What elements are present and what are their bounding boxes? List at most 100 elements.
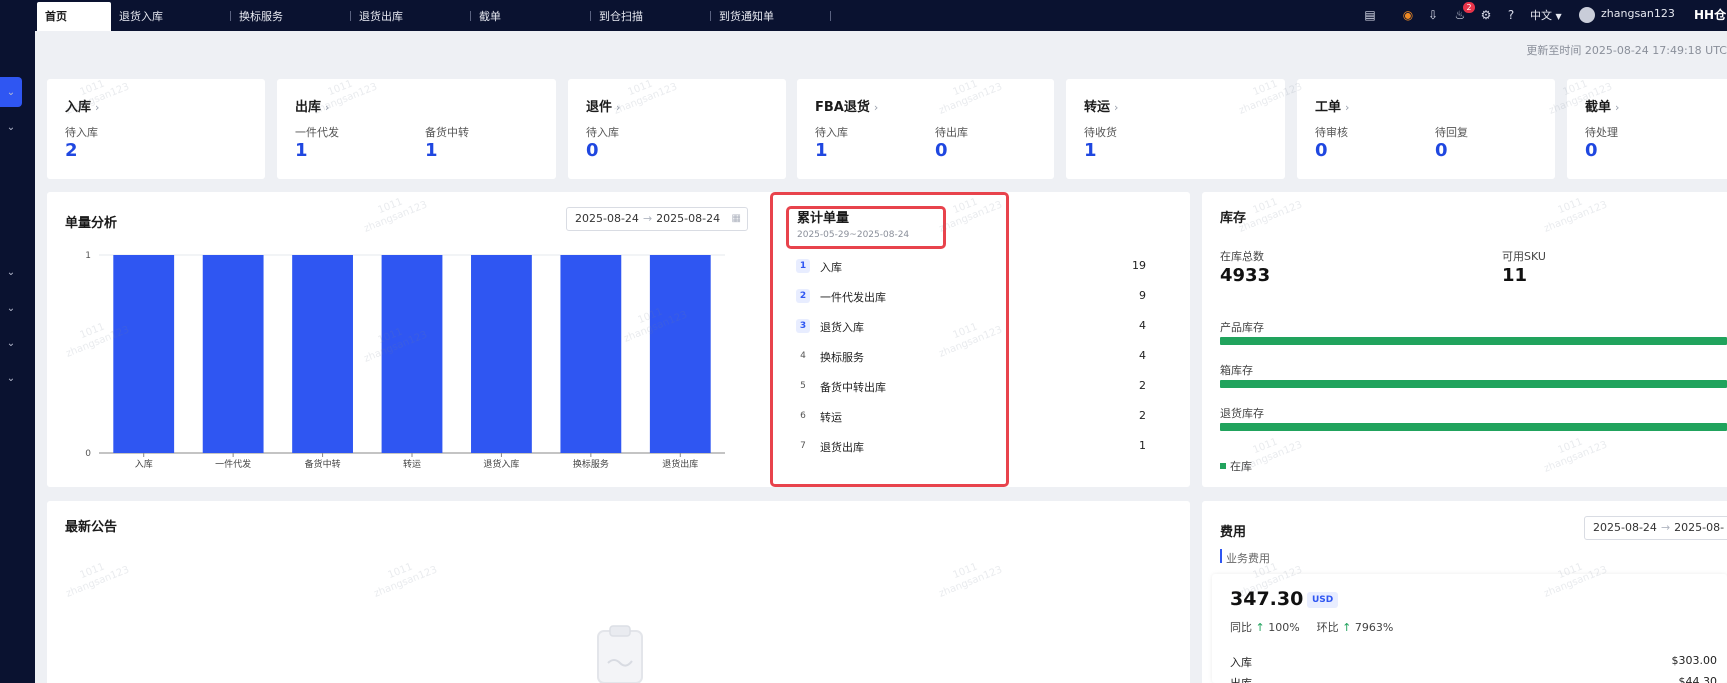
download-icon[interactable]: ⇩ (1425, 6, 1441, 24)
card-title: 入库 › (65, 100, 100, 115)
top-nav-bar: 首页 退货入库 换标服务 退货出库 截单 到仓扫描 到货通知单 ▤ ◉ ⇩ ♨ … (0, 0, 1727, 31)
chevron-down-icon[interactable]: ⌄ (5, 373, 17, 385)
chevron-right-icon: › (873, 101, 879, 114)
bar (560, 255, 622, 453)
card-outbound[interactable]: 出库 › 一件代发 1 备货中转 1 (277, 79, 556, 179)
arrow-right-icon: → (1660, 521, 1671, 534)
bar (113, 255, 175, 453)
rank-value: 2 (1139, 379, 1146, 392)
notification-badge: 2 (1463, 2, 1475, 13)
stat-label: 待审核 (1315, 126, 1348, 139)
chevron-down-icon[interactable]: ⌄ (5, 267, 17, 279)
fees-panel: 费用 2025-08-24 → 2025-08- 业务费用 347.30 USD 同… (1202, 501, 1727, 683)
rank-value: 9 (1139, 289, 1146, 302)
bar (471, 255, 532, 453)
tab-arrival-scan[interactable]: 到仓扫描 (591, 2, 643, 31)
help-icon[interactable]: ? (1503, 6, 1519, 24)
return-stock-label: 退货库存 (1220, 407, 1264, 420)
chevron-down-icon[interactable]: ⌄ (5, 122, 17, 134)
language-select[interactable]: 中文 ▼ (1530, 7, 1562, 23)
yoy-value: 100% (1268, 621, 1300, 634)
order-bar-chart: 0 1 入库 一件代发 备货中转 转运 退货入库 换标服务 退货出库 (85, 251, 725, 470)
tab-return-outbound[interactable]: 退货出库 (351, 2, 403, 31)
card-fba-returns[interactable]: FBA退货 › 待入库 1 待出库 0 (797, 79, 1054, 179)
stat-value[interactable]: 0 (1435, 140, 1448, 161)
stat-value[interactable]: 0 (586, 140, 599, 161)
fee-row-label: 出库 (1230, 675, 1252, 683)
chevron-right-icon: › (1615, 101, 1620, 114)
card-inbound[interactable]: 入库 › 待入库 2 (47, 79, 265, 179)
x-tick-label: 退货入库 (483, 458, 519, 470)
card-intercept[interactable]: 截单 › 待处理 0 (1567, 79, 1727, 179)
card-title: FBA退货 › (815, 100, 879, 115)
empty-clipboard-icon (597, 625, 643, 683)
tab-intercept[interactable]: 截单 (471, 2, 501, 31)
stat-label: 待入库 (586, 126, 619, 139)
robot-icon[interactable]: ◉ (1400, 6, 1416, 24)
card-workorder[interactable]: 工单 › 待审核 0 待回复 0 (1297, 79, 1555, 179)
card-transfer[interactable]: 转运 › 待收货 1 (1066, 79, 1285, 179)
stat-label: 待收货 (1084, 126, 1117, 139)
card-title: 工单 › (1315, 100, 1350, 115)
arrow-up-icon: ↑ (1342, 621, 1352, 634)
stat-label: 待回复 (1435, 126, 1468, 139)
card-returns[interactable]: 退件 › 待入库 0 (568, 79, 786, 179)
tab-return-inbound[interactable]: 退货入库 (111, 2, 163, 31)
username[interactable]: zhangsan123 (1601, 7, 1675, 20)
chevron-down-icon[interactable]: ⌄ (5, 87, 17, 99)
stat-value[interactable]: 0 (1315, 140, 1328, 161)
stat-label: 待入库 (65, 126, 98, 139)
fee-row-label: 入库 (1230, 656, 1252, 669)
box-stock-bar[interactable] (1220, 380, 1727, 388)
fees-comparison: 同比 ↑ 100% 环比 ↑ 7963% (1230, 619, 1393, 635)
y-tick-label: 0 (85, 449, 91, 459)
x-tick-label: 备货中转 (305, 458, 341, 470)
chevron-right-icon: › (95, 101, 100, 114)
stat-label: 备货中转 (425, 126, 469, 139)
chevron-right-icon: › (616, 101, 621, 114)
sidebar: ⌄ ⌄ ⌄ ⌄ ⌄ ⌄ (0, 31, 35, 683)
x-tick-label: 换标服务 (573, 458, 609, 470)
stat-value[interactable]: 1 (425, 140, 438, 161)
yoy-label: 同比 (1230, 621, 1252, 634)
product-stock-bar[interactable] (1220, 337, 1727, 345)
chevron-down-icon: ▼ (1555, 12, 1562, 21)
fees-date-range-picker[interactable]: 2025-08-24 → 2025-08- (1584, 516, 1727, 540)
chevron-down-icon[interactable]: ⌄ (5, 303, 17, 315)
gear-icon[interactable]: ⚙ (1478, 6, 1494, 24)
updated-time: 更新至时间 2025-08-24 17:49:18 UTC (1526, 44, 1727, 57)
inventory-total-label: 在库总数 (1220, 250, 1264, 263)
x-tick-label: 退货出库 (662, 458, 698, 470)
tab-relabel-service[interactable]: 换标服务 (231, 2, 283, 31)
arrow-up-icon: ↑ (1255, 621, 1265, 634)
stat-value[interactable]: 1 (295, 140, 308, 161)
legend-label[interactable]: 在库 (1230, 458, 1252, 474)
inbox-icon[interactable]: ▤ (1362, 6, 1378, 24)
currency-badge: USD (1307, 592, 1339, 608)
legend-swatch (1220, 463, 1226, 469)
fees-amount: 347.30 (1230, 588, 1304, 610)
avatar[interactable] (1579, 7, 1595, 23)
stat-label: 待入库 (815, 126, 848, 139)
inventory-title: 库存 (1220, 211, 1247, 226)
inventory-total-value: 4933 (1220, 265, 1271, 286)
stat-value[interactable]: 0 (935, 140, 948, 161)
tab-home[interactable]: 首页 (37, 2, 111, 31)
date-from: 2025-08-24 (1593, 521, 1657, 534)
fee-row-value: $44.30 (1678, 675, 1718, 683)
tab-arrival-notice[interactable]: 到货通知单 (711, 2, 774, 31)
bar (381, 255, 443, 453)
notices-title: 最新公告 (65, 520, 118, 535)
card-title: 截单 › (1585, 100, 1620, 115)
stat-value[interactable]: 2 (65, 140, 78, 161)
chevron-down-icon[interactable]: ⌄ (5, 338, 17, 350)
card-title: 转运 › (1084, 100, 1119, 115)
mom-value: 7963% (1354, 621, 1394, 634)
stat-value[interactable]: 1 (815, 140, 828, 161)
available-sku-value: 11 (1502, 265, 1528, 286)
rank-value: 4 (1139, 319, 1146, 332)
stat-value[interactable]: 1 (1084, 140, 1097, 161)
stat-value[interactable]: 0 (1585, 140, 1598, 161)
bar (649, 255, 711, 453)
return-stock-bar[interactable] (1220, 423, 1727, 431)
